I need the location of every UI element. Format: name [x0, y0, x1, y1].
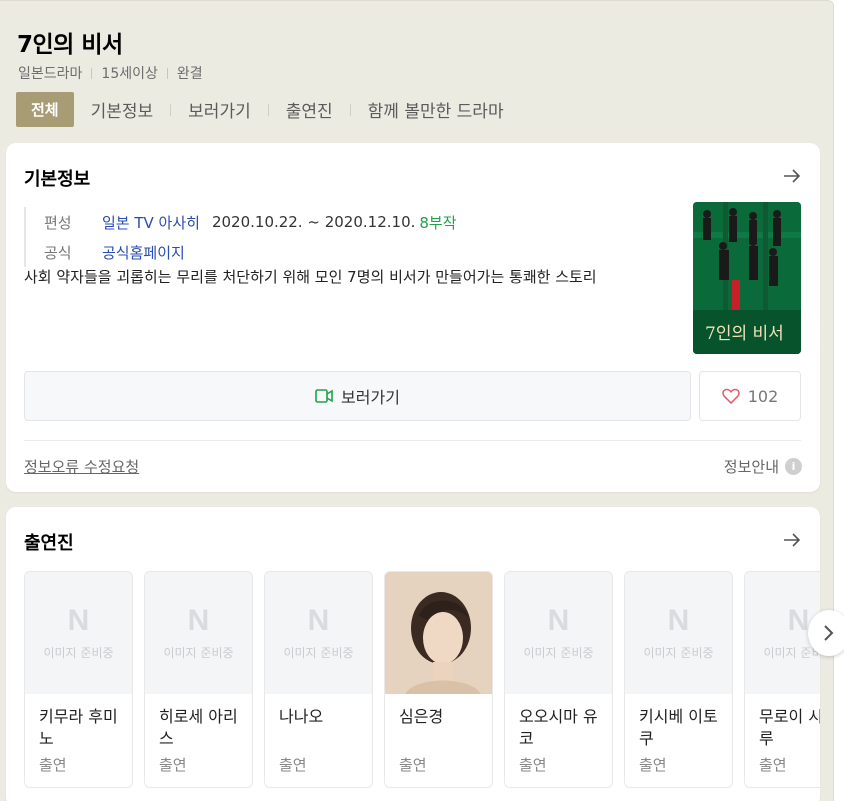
portrait-image [385, 572, 492, 694]
placeholder-text: 이미지 준비중 [43, 645, 114, 660]
cast-item[interactable]: N 이미지 준비중 히로세 아리스 출연 [144, 571, 253, 788]
tab-watch[interactable]: 보러가기 [171, 92, 268, 127]
cast-name: 키시베 이토쿠 [639, 707, 718, 748]
meta-status: 완결 [176, 66, 203, 82]
placeholder-text: 이미지 준비중 [523, 645, 594, 660]
cast-name: 심은경 [399, 707, 444, 726]
carousel-next-button[interactable] [808, 610, 844, 656]
placeholder-logo: N [667, 603, 690, 637]
image-placeholder: N 이미지 준비중 [145, 572, 252, 694]
cast-name: 히로세 아리스 [159, 707, 238, 748]
cast-role: 출연 [519, 756, 547, 774]
cast-name: 오오시마 유코 [519, 707, 598, 748]
like-count: 102 [747, 386, 779, 406]
tab-bar: 전체 기본정보 보러가기 출연진 함께 볼만한 드라마 [16, 92, 521, 127]
cast-role: 출연 [279, 756, 307, 774]
tab-related[interactable]: 함께 볼만한 드라마 [351, 92, 521, 127]
network-key: 편성 [44, 213, 72, 232]
cast-role: 출연 [759, 756, 787, 774]
tab-basic-info[interactable]: 기본정보 [74, 92, 171, 127]
cast-item[interactable]: N 이미지 준비중 나나오 출연 [264, 571, 373, 788]
arrow-right-icon[interactable] [782, 531, 802, 549]
meta-separator [91, 67, 93, 79]
cast-role: 출연 [639, 756, 667, 774]
cast-list: N 이미지 준비중 키무라 후미노 출연 N 이미지 준비중 히로세 아리스 출… [24, 571, 820, 788]
cast-card-section: 출연진 N 이미지 준비중 키무라 후미노 출연 N 이미지 준비중 히로세 아… [6, 507, 820, 801]
info-icon: i [785, 458, 802, 475]
cast-name: 키무라 후미노 [39, 707, 118, 748]
image-placeholder: N 이미지 준비중 [265, 572, 372, 694]
chevron-right-icon [824, 625, 834, 641]
official-homepage-link[interactable]: 공식홈페이지 [102, 242, 185, 263]
meta-genre: 일본드라마 [18, 66, 83, 82]
placeholder-logo: N [787, 603, 810, 637]
info-guide-label: 정보안내 [723, 458, 779, 476]
official-key: 공식 [44, 243, 72, 262]
placeholder-logo: N [187, 603, 210, 637]
heart-icon [721, 388, 740, 404]
cast-photo [385, 572, 492, 694]
report-error-link[interactable]: 정보오류 수정요청 [24, 456, 139, 477]
info-row-official: 공식 공식홈페이지 [44, 237, 457, 267]
placeholder-text: 이미지 준비중 [163, 645, 234, 660]
cast-item[interactable]: N 이미지 준비중 무로이 시게루 출연 [744, 571, 820, 788]
cast-role: 출연 [39, 756, 67, 774]
cast-name: 무로이 시게루 [759, 707, 820, 748]
poster-title: 7인의 비서 [705, 324, 784, 344]
meta-line: 일본드라마 15세이상 완결 [18, 63, 203, 83]
cast-role: 출연 [399, 756, 427, 774]
episode-count: 8부작 [419, 213, 457, 232]
placeholder-logo: N [67, 603, 90, 637]
cast-item[interactable]: N 이미지 준비중 키무라 후미노 출연 [24, 571, 133, 788]
poster-image[interactable]: 7인의 비서 [693, 202, 801, 354]
watch-button[interactable]: 보러가기 [24, 371, 691, 421]
image-placeholder: N 이미지 준비중 [25, 572, 132, 694]
image-placeholder: N 이미지 준비중 [505, 572, 612, 694]
air-dates: 2020.10.22. ~ 2020.12.10. [211, 213, 416, 231]
meta-separator [166, 67, 168, 79]
synopsis: 사회 약자들을 괴롭히는 무리를 처단하기 위해 모인 7명의 비서가 만들어가… [24, 268, 597, 286]
video-icon [315, 389, 333, 403]
placeholder-text: 이미지 준비중 [643, 645, 714, 660]
page-title: 7인의 비서 [17, 32, 123, 58]
arrow-right-icon[interactable] [782, 167, 802, 185]
placeholder-logo: N [307, 603, 330, 637]
network-link[interactable]: 일본 TV 아사히 [102, 212, 200, 233]
image-placeholder: N 이미지 준비중 [625, 572, 732, 694]
placeholder-logo: N [547, 603, 570, 637]
cast-role: 출연 [159, 756, 187, 774]
cast-item[interactable]: N 이미지 준비중 오오시마 유코 출연 [504, 571, 613, 788]
cast-item[interactable]: N 이미지 준비중 키시베 이토쿠 출연 [624, 571, 733, 788]
info-guide-button[interactable]: 정보안내 i [724, 456, 802, 477]
like-button[interactable]: 102 [699, 371, 801, 421]
cast-name: 나나오 [279, 707, 324, 726]
tab-cast[interactable]: 출연진 [269, 92, 350, 127]
page-frame: 7인의 비서 일본드라마 15세이상 완결 전체 기본정보 보러가기 출연진 함… [0, 0, 834, 801]
cast-item[interactable]: 심은경 출연 [384, 571, 493, 788]
placeholder-text: 이미지 준비중 [283, 645, 354, 660]
divider [24, 440, 801, 441]
info-block: 편성 일본 TV 아사히 2020.10.22. ~ 2020.12.10. 8… [24, 207, 457, 267]
watch-label: 보러가기 [341, 388, 400, 407]
meta-rating: 15세이상 [101, 66, 158, 82]
basic-info-title: 기본정보 [24, 169, 91, 190]
cast-title: 출연진 [24, 533, 74, 554]
tab-all[interactable]: 전체 [16, 92, 74, 127]
info-row-network: 편성 일본 TV 아사히 2020.10.22. ~ 2020.12.10. 8… [44, 207, 457, 237]
basic-info-card: 기본정보 편성 일본 TV 아사히 2020.10.22. ~ 2020.12.… [6, 143, 820, 492]
